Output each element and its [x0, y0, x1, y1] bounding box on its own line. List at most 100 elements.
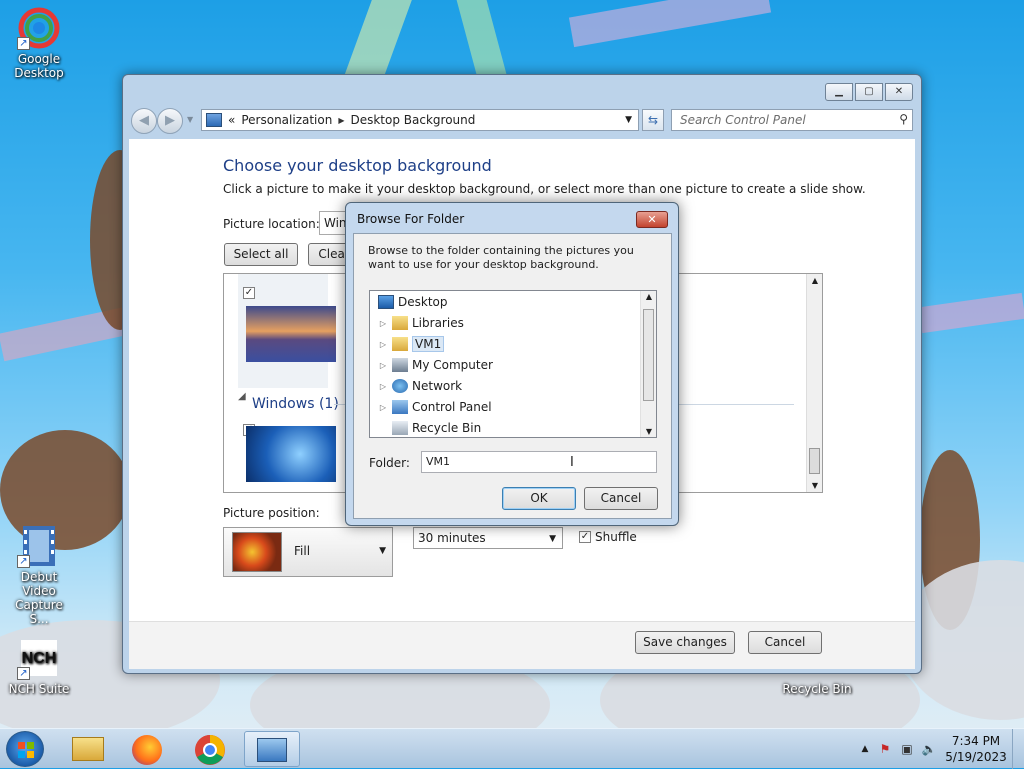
minimize-button[interactable]: ▁	[825, 83, 853, 101]
start-button[interactable]	[6, 731, 44, 767]
taskbar-control-panel[interactable]	[244, 731, 300, 767]
back-button[interactable]: ◀	[131, 108, 157, 134]
desktop-icon-google-desktop[interactable]: ↗ Google Desktop	[4, 6, 74, 80]
taskbar: ▲ ⚑ ▣ 🔈 7:34 PM 5/19/2023	[0, 728, 1024, 769]
clock-time: 7:34 PM	[951, 734, 1001, 748]
ok-button[interactable]: OK	[502, 487, 576, 510]
film-icon: ↗	[17, 524, 61, 568]
picture-position-select[interactable]: Fill ▼	[223, 527, 393, 577]
breadcrumb-overflow[interactable]: «	[228, 113, 235, 127]
computer-icon	[392, 358, 408, 372]
group-windows-label[interactable]: Windows (1)	[252, 396, 339, 412]
landscape-thumbnail[interactable]	[246, 306, 336, 362]
page-description: Click a picture to make it your desktop …	[223, 182, 866, 196]
desktop-icon-debut-video[interactable]: ↗ Debut Video Capture S...	[4, 524, 74, 626]
gallery-scrollbar[interactable]: ▲ ▼	[806, 274, 822, 492]
taskbar-file-explorer[interactable]	[60, 731, 116, 767]
folder-input-value: VM1	[426, 455, 451, 468]
expand-arrow-icon[interactable]: ▷	[378, 340, 388, 349]
clock[interactable]: 7:34 PM 5/19/2023	[940, 733, 1012, 765]
tree-item-libraries[interactable]: ▷ Libraries	[378, 313, 464, 333]
clock-date: 5/19/2023	[945, 750, 1007, 764]
save-changes-button[interactable]: Save changes	[635, 631, 735, 654]
tree-item-control-panel[interactable]: ▷ Control Panel	[378, 397, 492, 417]
shuffle-label: Shuffle	[595, 530, 637, 544]
forward-button[interactable]: ▶	[157, 108, 183, 134]
scroll-thumb[interactable]	[809, 448, 820, 474]
expand-arrow-icon[interactable]: ▷	[378, 319, 388, 328]
recycle-bin-icon	[392, 421, 408, 435]
taskbar-chrome[interactable]	[182, 731, 238, 767]
scroll-up-icon[interactable]: ▲	[641, 292, 656, 301]
dropdown-arrow-icon: ▼	[379, 546, 386, 556]
folder-label: Folder:	[369, 456, 410, 470]
tree-item-label: VM1	[412, 336, 445, 352]
windows-logo-icon	[18, 742, 34, 758]
dialog-close-button[interactable]: ✕	[636, 211, 668, 228]
breadcrumb-separator-icon[interactable]: ▶	[338, 116, 344, 125]
search-icon[interactable]: ⚲	[899, 112, 908, 126]
tree-item-label: My Computer	[412, 358, 493, 372]
show-hidden-icons-icon[interactable]: ▲	[856, 744, 874, 754]
breadcrumb-personalization[interactable]: Personalization	[241, 113, 332, 127]
scroll-down-icon[interactable]: ▼	[807, 481, 822, 490]
maximize-button[interactable]: ▢	[855, 83, 883, 101]
svg-text:NCH: NCH	[22, 650, 57, 667]
action-center-icon[interactable]: ⚑	[874, 742, 896, 756]
volume-muted-icon[interactable]: 🔈	[918, 742, 940, 756]
network-status-icon[interactable]: ▣	[896, 742, 918, 756]
file-explorer-icon	[72, 737, 104, 761]
browse-for-folder-dialog: Browse For Folder ✕ Browse to the folder…	[345, 202, 679, 526]
tree-item-label: Control Panel	[412, 400, 492, 414]
flower-preview-icon	[232, 532, 282, 572]
tree-item-label: Recycle Bin	[412, 421, 482, 435]
address-dropdown-icon[interactable]: ▼	[625, 115, 632, 125]
shuffle-checkbox[interactable]: ✓	[579, 531, 591, 543]
control-panel-icon	[206, 113, 222, 127]
picture-position-label: Picture position:	[223, 506, 320, 520]
search-placeholder: Search Control Panel	[680, 113, 806, 127]
scroll-up-icon[interactable]: ▲	[807, 276, 822, 285]
dialog-body: Browse to the folder containing the pict…	[353, 233, 672, 519]
dropdown-arrow-icon: ▼	[549, 534, 556, 544]
select-all-button[interactable]: Select all	[224, 243, 298, 266]
recent-pages-icon[interactable]: ▼	[187, 115, 193, 124]
navigation-bar: ◀ ▶ ▼ « Personalization ▶ Desktop Backgr…	[131, 107, 913, 134]
dialog-title: Browse For Folder	[357, 212, 465, 226]
tree-item-recycle-bin[interactable]: Recycle Bin	[392, 418, 482, 437]
expand-arrow-icon[interactable]: ▷	[378, 403, 388, 412]
scroll-down-icon[interactable]: ▼	[641, 427, 656, 436]
desktop-icon-recycle-bin[interactable]: Recycle Bin	[782, 682, 852, 696]
desktop-icon-nch-suite[interactable]: NCH ↗ NCH Suite	[4, 636, 74, 696]
dialog-description: Browse to the folder containing the pict…	[368, 244, 634, 271]
address-bar[interactable]: « Personalization ▶ Desktop Background ▼	[201, 109, 639, 131]
libraries-icon	[392, 316, 408, 330]
desktop-icon-label: Recycle Bin	[782, 682, 852, 696]
search-input[interactable]: Search Control Panel ⚲	[671, 109, 913, 131]
tree-item-network[interactable]: ▷ Network	[378, 376, 462, 396]
tree-item-label: Libraries	[412, 316, 464, 330]
expand-arrow-icon[interactable]: ▷	[378, 361, 388, 370]
breadcrumb-desktop-background[interactable]: Desktop Background	[350, 113, 475, 127]
show-desktop-button[interactable]	[1012, 729, 1024, 769]
scroll-thumb[interactable]	[643, 309, 654, 401]
tree-item-vm1[interactable]: ▷ VM1	[378, 334, 445, 354]
picture-checkbox[interactable]: ✓	[243, 287, 255, 299]
windows-logo-thumbnail[interactable]	[246, 426, 336, 482]
folder-input[interactable]: VM1 I	[421, 451, 657, 473]
tree-scrollbar[interactable]: ▲ ▼	[640, 291, 656, 437]
tree-item-desktop[interactable]: Desktop	[378, 292, 448, 312]
slideshow-interval-select[interactable]: 30 minutes ▼	[413, 527, 563, 549]
tree-item-my-computer[interactable]: ▷ My Computer	[378, 355, 493, 375]
shuffle-option[interactable]: ✓ Shuffle	[579, 530, 637, 544]
group-collapse-icon[interactable]: ◢	[238, 391, 246, 402]
cancel-button[interactable]: Cancel	[748, 631, 822, 654]
refresh-button[interactable]: ⇆	[642, 109, 664, 131]
expand-arrow-icon[interactable]: ▷	[378, 382, 388, 391]
dialog-cancel-button[interactable]: Cancel	[584, 487, 658, 510]
page-title: Choose your desktop background	[223, 156, 492, 175]
nch-logo-icon: NCH ↗	[17, 636, 61, 680]
desktop-icon-label: Google Desktop	[14, 52, 64, 80]
close-button[interactable]: ✕	[885, 83, 913, 101]
taskbar-firefox[interactable]	[120, 731, 176, 767]
